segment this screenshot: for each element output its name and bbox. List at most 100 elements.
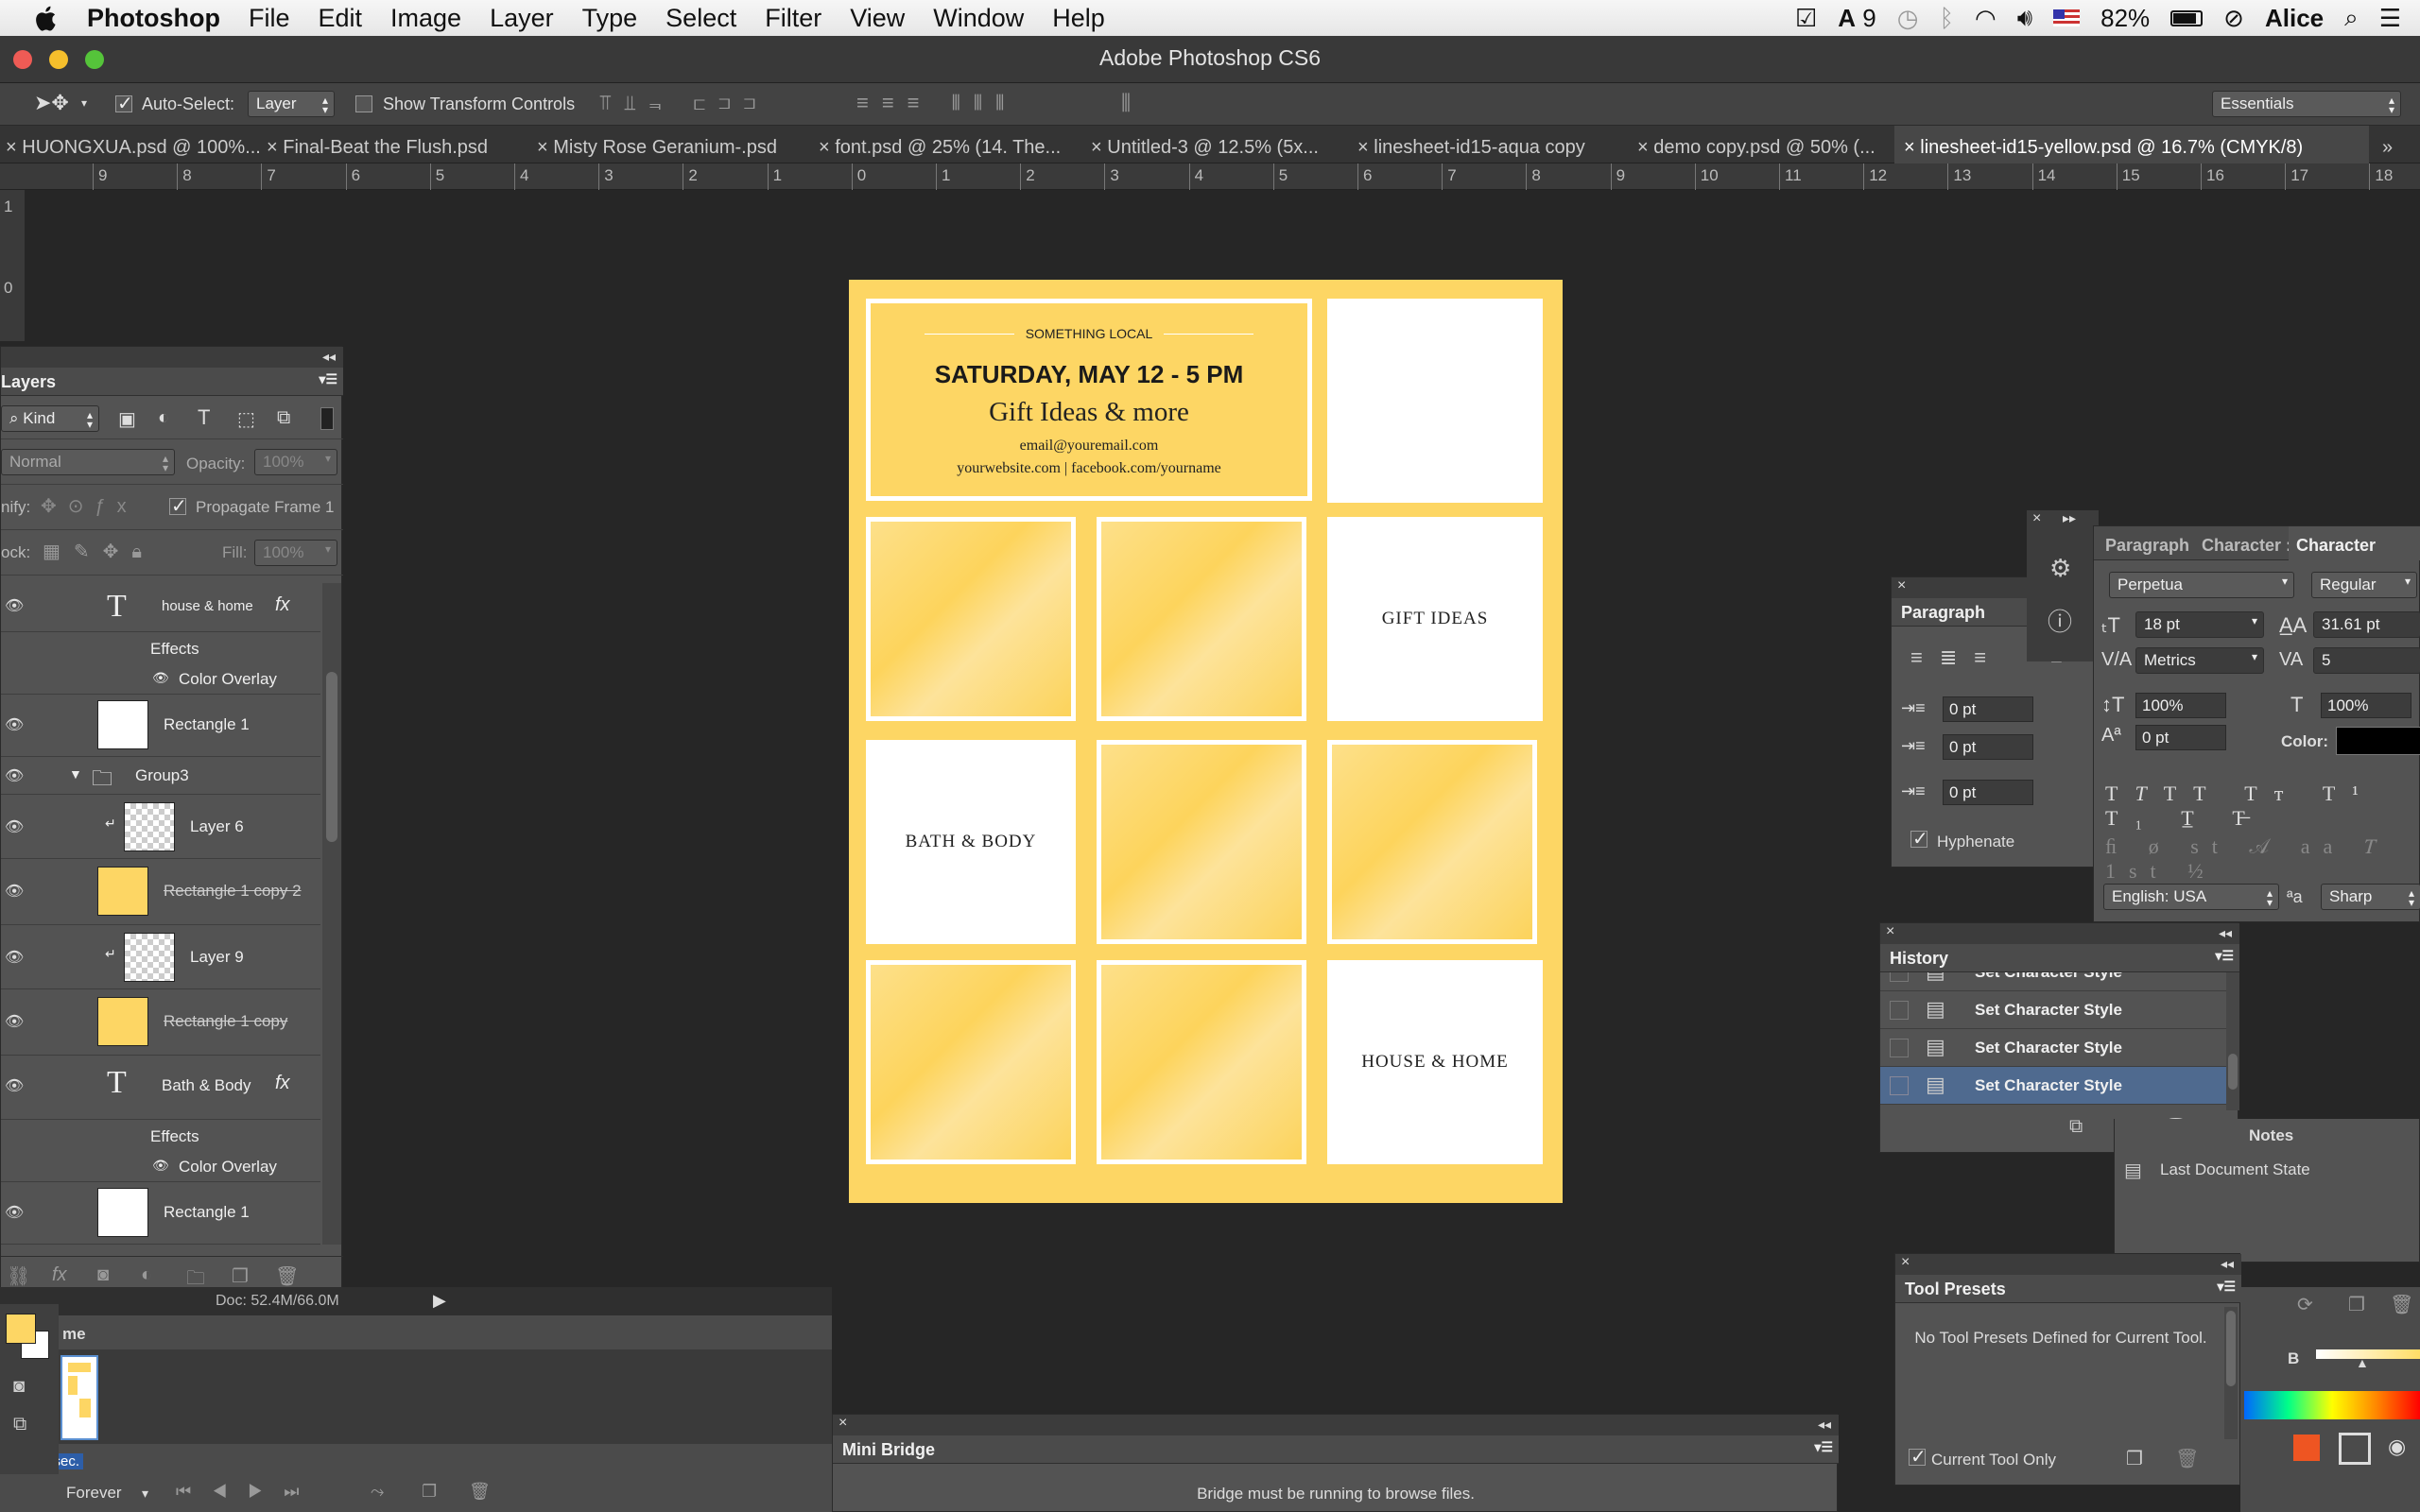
- close-tab-icon[interactable]: ×: [1904, 137, 1920, 158]
- move-tool-icon[interactable]: ➤✥: [34, 91, 69, 115]
- vertical-ruler[interactable]: 1 0: [0, 190, 25, 341]
- kind-filter-dropdown[interactable]: ⌕ Kind ▴ ▾: [1, 405, 99, 432]
- battery-icon[interactable]: [2170, 9, 2204, 26]
- visibility-eye-icon[interactable]: 👁︎: [5, 882, 24, 901]
- notes-tab[interactable]: Notes: [2249, 1126, 2293, 1145]
- vertical-scale-field[interactable]: 100%: [2135, 693, 2226, 718]
- text-color-swatch[interactable]: [2336, 727, 2420, 755]
- adjustment-layer-icon[interactable]: ◐: [141, 1264, 152, 1286]
- layer-row-rect-copy[interactable]: 👁︎ Rectangle 1 copy: [1, 989, 320, 1056]
- auto-select-dropdown[interactable]: Layer ▴ ▾: [248, 91, 335, 117]
- panel-menu-icon[interactable]: ▾☰: [2215, 948, 2234, 964]
- add-style-icon[interactable]: fx: [52, 1264, 67, 1286]
- new-layer-icon[interactable]: ❐: [232, 1264, 249, 1288]
- visibility-eye-icon[interactable]: 👁︎: [5, 1012, 24, 1031]
- media-icon[interactable]: ⊘: [2223, 4, 2244, 33]
- menu-view[interactable]: View: [850, 4, 905, 33]
- history-checkbox[interactable]: [1890, 1039, 1909, 1057]
- visibility-eye-icon[interactable]: 👁︎: [5, 1076, 24, 1095]
- collapse-panel-icon[interactable]: ◂◂: [322, 349, 336, 365]
- layer-row-rectangle-1-b[interactable]: 👁︎ Rectangle 1: [1, 1182, 320, 1245]
- auto-align-button[interactable]: ⫼: [1121, 91, 1131, 115]
- visibility-eye-icon[interactable]: 👁︎: [5, 817, 24, 836]
- tool-presets-tab[interactable]: Tool Presets: [1905, 1280, 2006, 1299]
- grid-cell-r3c2[interactable]: [1097, 960, 1306, 1164]
- apple-icon[interactable]: [34, 4, 60, 32]
- layer-name[interactable]: Bath & Body: [162, 1076, 251, 1095]
- align-buttons[interactable]: ≡≣≡: [1910, 645, 2003, 670]
- layer-name[interactable]: Rectangle 1: [164, 1203, 250, 1222]
- paragraph-tab[interactable]: Paragraph: [1901, 603, 1985, 623]
- visibility-eye-icon[interactable]: 👁︎: [5, 715, 24, 734]
- panel-menu-icon[interactable]: ▾☰: [1814, 1439, 1833, 1455]
- panel-menu-icon[interactable]: ▾☰: [2217, 1279, 2236, 1295]
- tool-swatch-red[interactable]: [2293, 1435, 2320, 1461]
- tab-huongxua[interactable]: × HUONGXUA.psd @ 100%...: [6, 137, 261, 159]
- menu-layer[interactable]: Layer: [490, 4, 554, 33]
- horizontal-scale-field[interactable]: 100%: [2321, 693, 2411, 718]
- layer-row-rect-copy-2[interactable]: 👁︎ Rectangle 1 copy 2: [1, 859, 320, 925]
- close-tab-icon[interactable]: ×: [1357, 137, 1374, 158]
- grid-cell-r2c3[interactable]: [1327, 740, 1537, 944]
- duplicate-frame-icon[interactable]: ❐: [422, 1482, 437, 1502]
- tab-misty-rose[interactable]: × Misty Rose Geranium-.psd: [537, 137, 777, 159]
- layer-row-bath-body[interactable]: 👁︎ T Bath & Body fx: [1, 1056, 320, 1120]
- volume-icon[interactable]: 🔊︎: [2017, 3, 2032, 33]
- history-checkbox[interactable]: [1890, 972, 1909, 982]
- collapse-panel-icon[interactable]: ◂◂: [2219, 925, 2232, 941]
- screen-mode-icon[interactable]: ⧉: [13, 1414, 26, 1435]
- checkmark-status-icon[interactable]: ☑: [1795, 4, 1817, 33]
- add-mask-icon[interactable]: ◙: [97, 1264, 109, 1286]
- layer-name[interactable]: Rectangle 1 copy: [164, 1012, 287, 1031]
- propagate-checkbox[interactable]: [169, 494, 187, 518]
- close-tab-icon[interactable]: ×: [267, 137, 283, 158]
- menu-type[interactable]: Type: [582, 4, 638, 33]
- close-panel-icon[interactable]: ×: [1901, 1254, 1910, 1271]
- history-item-selected[interactable]: ▤ Set Character Style: [1880, 1067, 2226, 1105]
- opacity-field[interactable]: 100% ▾: [254, 449, 337, 475]
- grid-cell-r1c2[interactable]: [1097, 517, 1306, 721]
- grid-cell-r2c2[interactable]: [1097, 740, 1306, 944]
- wifi-icon[interactable]: ◠: [1975, 4, 1996, 33]
- time-machine-icon[interactable]: ◷: [1897, 4, 1919, 33]
- tool-swatch-outline[interactable]: [2339, 1433, 2371, 1465]
- auto-select-checkbox[interactable]: [115, 92, 133, 115]
- foreground-color-swatch[interactable]: [6, 1314, 36, 1344]
- fill-field[interactable]: 100% ▾: [254, 540, 337, 566]
- font-size-field[interactable]: 18 pt ▾: [2135, 611, 2264, 638]
- layer-row-layer-9[interactable]: 👁︎ ↵ Layer 9: [1, 925, 320, 989]
- layer-effect-color-overlay[interactable]: 👁︎ Color Overlay: [1, 662, 320, 695]
- menu-filter[interactable]: Filter: [765, 4, 821, 33]
- history-item[interactable]: ▤ Set Character Style: [1880, 972, 2226, 991]
- unify-icons[interactable]: ✥⊙ƒx: [41, 494, 138, 518]
- close-tab-icon[interactable]: ×: [6, 137, 22, 158]
- bluetooth-icon[interactable]: ᛒ: [1939, 4, 1954, 33]
- distribute-buttons[interactable]: ≡≡≡ ⫴⫴⫴: [856, 91, 1017, 115]
- filter-adjustment-icon[interactable]: ◐: [158, 407, 169, 429]
- menu-file[interactable]: File: [249, 4, 290, 33]
- history-checkbox[interactable]: [1890, 1001, 1909, 1020]
- menu-help[interactable]: Help: [1052, 4, 1105, 33]
- menu-window[interactable]: Window: [933, 4, 1024, 33]
- indent-first-field[interactable]: 0 pt: [1943, 734, 2033, 760]
- menu-edit[interactable]: Edit: [319, 4, 363, 33]
- kerning-field[interactable]: Metrics ▾: [2135, 647, 2264, 674]
- expand-arrow-icon[interactable]: ▼: [69, 766, 82, 782]
- faux-style-buttons[interactable]: TTTT Tт T¹ T₁ T̲ T̶: [2105, 782, 2419, 831]
- horizontal-ruler[interactable]: 9 8 7 6 5 4 3 2 1 0 1 2 3 4 5 6 7 8 9 10 11 12 13 14 15 16 17 18: [0, 163, 2420, 190]
- leading-field[interactable]: 31.61 pt: [2313, 611, 2420, 638]
- loop-dropdown-icon[interactable]: ▾: [142, 1486, 148, 1502]
- align-buttons[interactable]: ⫪⫫⫬ ⊏⊐⊐: [599, 91, 769, 115]
- character-styles-icon[interactable]: ⚙: [2049, 554, 2071, 583]
- filter-shape-icon[interactable]: ⬚: [237, 407, 255, 431]
- layer-name[interactable]: house & home: [162, 598, 253, 614]
- visibility-eye-icon[interactable]: 👁︎: [5, 1203, 24, 1222]
- delete-layer-icon[interactable]: 🗑︎: [275, 1264, 299, 1288]
- notification-center-icon[interactable]: ☰: [2379, 4, 2401, 33]
- notification-status[interactable]: A 9: [1838, 4, 1876, 33]
- mini-bridge-tab[interactable]: Mini Bridge: [842, 1440, 935, 1460]
- hyphenate-checkbox[interactable]: [1910, 827, 1928, 850]
- layer-row-group3[interactable]: 👁︎ ▼ 🗀︎ Group3: [1, 757, 320, 795]
- layer-effects-row[interactable]: Effects: [1, 1120, 320, 1150]
- scrollbar-thumb[interactable]: [2228, 1054, 2238, 1090]
